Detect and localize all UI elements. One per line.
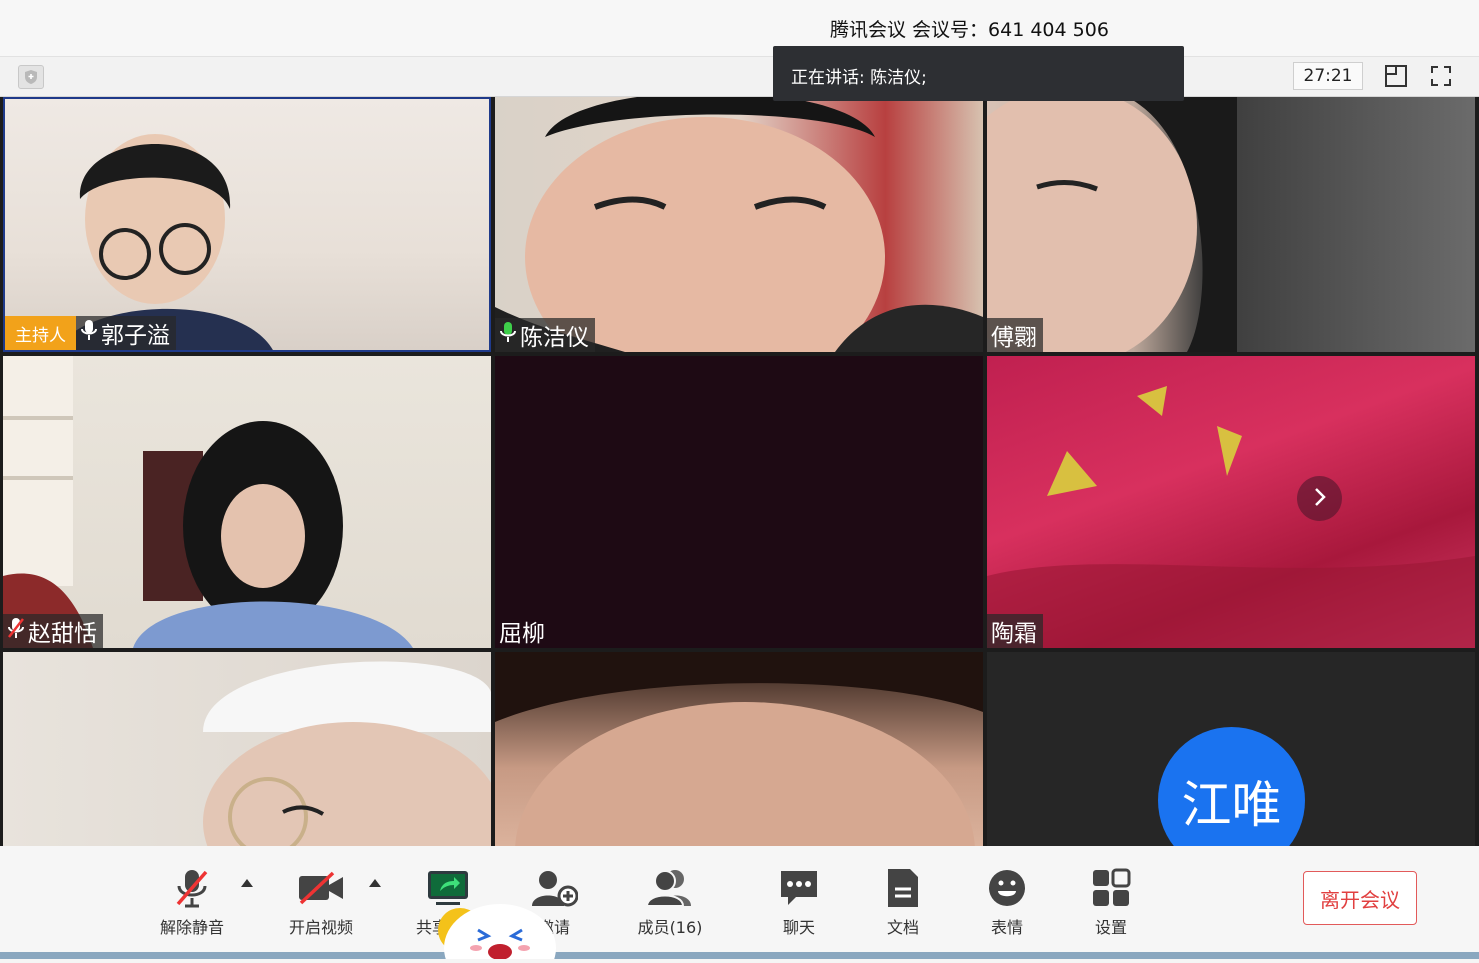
emoji-button[interactable]: 表情 — [967, 866, 1047, 938]
participant-name: 郭子溢 — [101, 323, 170, 349]
video-tile[interactable]: 陈洁仪 — [495, 97, 983, 352]
start-video-button[interactable]: 开启视频 — [281, 866, 361, 938]
participant-name: 屈柳 — [499, 621, 545, 647]
chat-icon — [759, 866, 839, 910]
participant-name: 赵甜恬 — [28, 621, 97, 647]
chat-button[interactable]: 聊天 — [759, 866, 839, 938]
mic-muted-icon — [152, 866, 232, 910]
participant-label: 陶霜 — [987, 614, 1043, 648]
docs-button[interactable]: 文档 — [863, 866, 943, 938]
participant-name: 傅翾 — [991, 325, 1037, 351]
settings-button[interactable]: 设置 — [1071, 866, 1151, 938]
video-tile[interactable]: 主持人 郭子溢 — [3, 97, 491, 352]
video-tile[interactable]: 屈柳 — [495, 356, 983, 648]
title-bar: 腾讯会议 会议号：641 404 506 — [0, 0, 1479, 57]
participant-label: 傅翾 — [987, 318, 1043, 352]
host-badge: 主持人 — [5, 316, 76, 350]
participant-label: 赵甜恬 — [3, 614, 103, 648]
layout-icon[interactable] — [1380, 61, 1412, 91]
video-tile[interactable]: 赵甜恬 — [3, 356, 491, 648]
settings-icon — [1071, 866, 1151, 910]
video-tile[interactable]: 陶霜 — [987, 356, 1475, 648]
participant-name: 陈洁仪 — [520, 325, 589, 351]
audio-options-button[interactable] — [240, 876, 254, 890]
window-title: 腾讯会议 会议号：641 404 506 — [830, 19, 1109, 41]
members-button[interactable]: 成员(16) — [630, 866, 710, 938]
meeting-timer: 27:21 — [1293, 62, 1363, 90]
mascot-sticker — [438, 900, 560, 963]
video-options-button[interactable] — [368, 876, 382, 890]
participant-label: 陈洁仪 — [495, 318, 595, 352]
video-off-icon — [281, 866, 361, 910]
mic-muted-icon — [7, 617, 25, 645]
taskbar-strip — [0, 952, 1479, 959]
control-bar: 解除静音 开启视频 共享屏幕 邀请 成员(16) 聊天 — [0, 846, 1479, 959]
video-tile[interactable] — [495, 652, 983, 846]
docs-icon — [863, 866, 943, 910]
participant-label: 主持人 郭子溢 — [5, 316, 176, 350]
mic-active-icon — [499, 321, 517, 349]
unmute-button[interactable]: 解除静音 — [152, 866, 232, 938]
shield-icon[interactable] — [18, 65, 44, 89]
video-tile[interactable]: 傅翾 — [987, 97, 1475, 352]
speaking-banner: 正在讲话: 陈洁仪; — [773, 46, 1184, 101]
mic-icon — [80, 319, 98, 347]
fullscreen-icon[interactable] — [1425, 61, 1457, 91]
leave-meeting-button[interactable]: 离开会议 — [1303, 871, 1417, 925]
next-page-button[interactable] — [1297, 476, 1342, 521]
video-grid: 主持人 郭子溢 陈洁仪 傅翾 赵甜恬 屈柳 陶霜 江唯 — [0, 97, 1479, 874]
chevron-right-icon — [1312, 487, 1328, 511]
emoji-icon — [967, 866, 1047, 910]
participant-label: 屈柳 — [495, 614, 551, 648]
video-tile[interactable] — [3, 652, 491, 846]
members-icon — [630, 866, 710, 910]
meeting-toolbar: 27:21 — [0, 57, 1479, 97]
participant-name: 陶霜 — [991, 621, 1037, 647]
